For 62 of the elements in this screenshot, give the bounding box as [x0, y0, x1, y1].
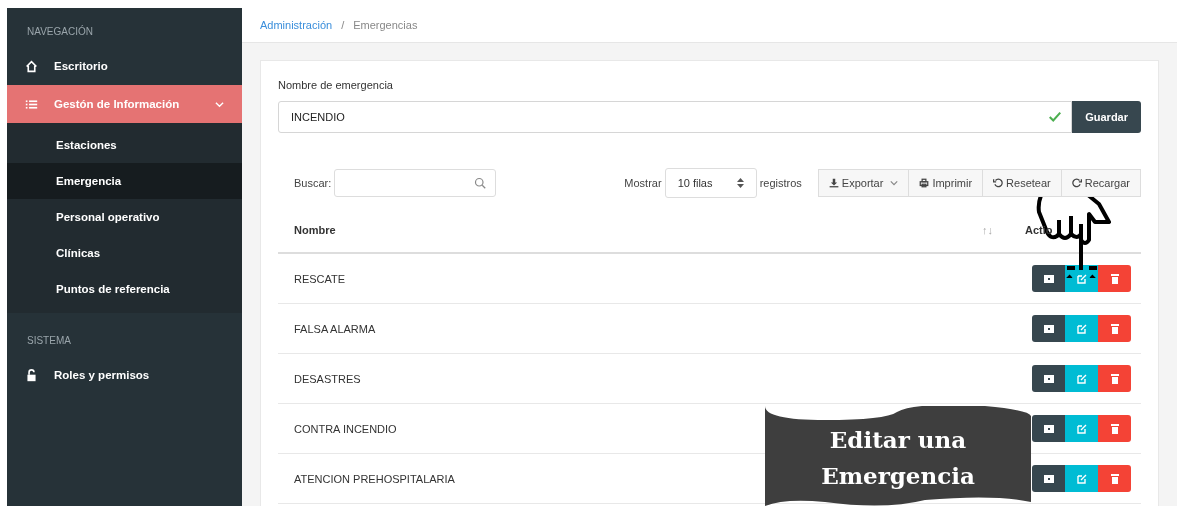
undo-icon — [993, 178, 1004, 188]
id-card-icon — [1043, 373, 1054, 384]
id-card-icon — [1043, 423, 1054, 434]
save-button[interactable]: Guardar — [1072, 101, 1141, 133]
submenu-item[interactable]: Personal operativo — [7, 199, 242, 235]
search-label: Buscar: — [294, 177, 332, 189]
toolbar-button[interactable]: Imprimir — [908, 169, 984, 197]
sidebar-item[interactable]: Roles y permisos — [7, 356, 242, 394]
name-field[interactable]: INCENDIO — [278, 101, 1073, 133]
column-header[interactable]: Nombre ↑↓ — [278, 208, 1009, 253]
delete-button[interactable] — [1098, 315, 1131, 342]
sidebar-item[interactable]: Escritorio — [7, 47, 242, 85]
trash-icon — [1109, 373, 1120, 384]
section-heading: SISTEMA — [26, 334, 72, 348]
toolbar-button[interactable]: Exportar — [817, 169, 910, 197]
view-button[interactable] — [1032, 415, 1065, 442]
submenu-item[interactable]: Puntos de referencia — [7, 271, 242, 307]
section-heading: NAVEGACIÓN — [26, 24, 94, 39]
printer-icon — [919, 178, 930, 188]
field-label: Nombre de emergencia — [278, 79, 394, 91]
search-icon — [474, 177, 487, 189]
download-icon — [828, 178, 839, 188]
table-cell: RESCATE — [278, 253, 1009, 304]
show-label: Mostrar — [624, 177, 662, 189]
delete-button[interactable] — [1098, 465, 1131, 492]
submenu-item[interactable]: Clínicas — [7, 235, 242, 271]
toolbar-button[interactable]: Resetear — [982, 169, 1062, 197]
list-icon — [25, 97, 38, 111]
records-label: registros — [759, 177, 802, 189]
view-button[interactable] — [1032, 315, 1065, 342]
home-icon — [25, 59, 38, 73]
table-cell: DESASTRES — [278, 353, 1009, 404]
view-button[interactable] — [1032, 365, 1065, 392]
toolbar-button[interactable]: Recargar — [1060, 169, 1141, 197]
edit-icon — [1076, 473, 1087, 484]
delete-button[interactable] — [1098, 415, 1131, 442]
edit-icon — [1076, 423, 1087, 434]
id-card-icon — [1043, 473, 1054, 484]
search-field[interactable] — [334, 169, 497, 197]
id-card-icon — [1043, 323, 1054, 334]
trash-icon — [1109, 423, 1120, 434]
trash-icon — [1109, 273, 1120, 284]
breadcrumb-current: Emergencias — [353, 19, 418, 31]
submenu-item[interactable]: Emergencia — [7, 163, 242, 199]
delete-button[interactable] — [1098, 365, 1131, 392]
page-size-select[interactable]: 10 filas — [664, 168, 757, 198]
id-card-icon — [1043, 273, 1054, 284]
trash-icon — [1109, 323, 1120, 334]
table-cell: FALSA ALARMA — [278, 303, 1009, 354]
view-button[interactable] — [1032, 265, 1065, 292]
edit-icon — [1076, 373, 1087, 384]
submenu-item[interactable]: Estaciones — [7, 127, 242, 163]
lock-icon — [25, 368, 38, 382]
edit-icon — [1076, 273, 1087, 284]
breadcrumb-link[interactable]: Administración — [260, 19, 333, 31]
view-button[interactable] — [1032, 465, 1065, 492]
edit-icon — [1076, 323, 1087, 334]
refresh-icon — [1071, 178, 1082, 188]
delete-button[interactable] — [1098, 265, 1131, 292]
sort-arrows-icon — [736, 178, 744, 188]
breadcrumb-separator: / — [341, 19, 345, 31]
trash-icon — [1109, 473, 1120, 484]
